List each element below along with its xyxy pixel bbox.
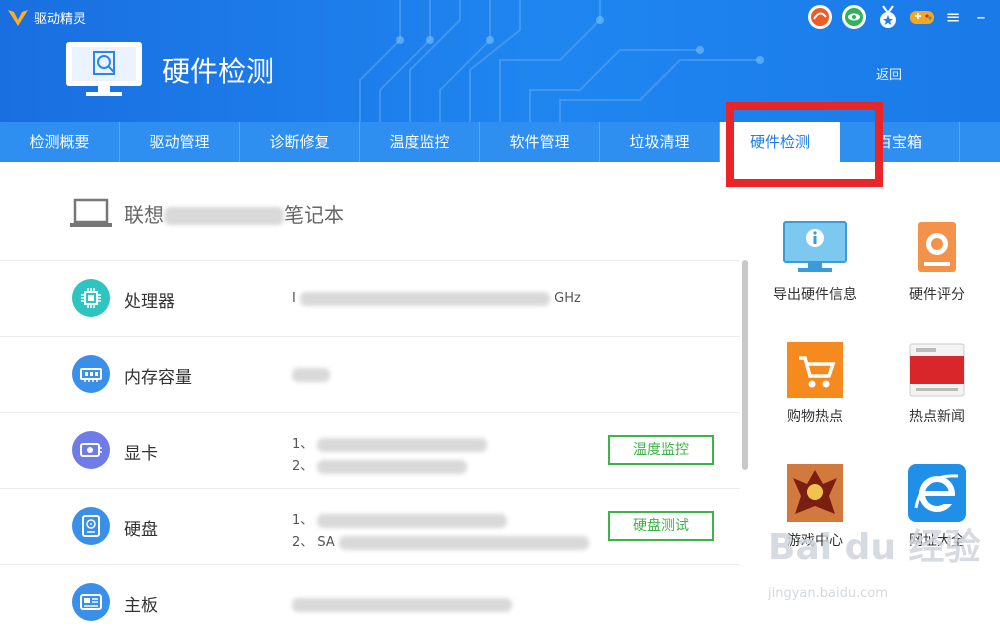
list-item-cpu: 处理器 I GHz — [0, 260, 740, 336]
blurred-text — [292, 367, 330, 382]
hardware-list: 处理器 I GHz 内存容量 显卡 1、 2、 温度监控 硬盘 1、 2、 SA… — [0, 260, 740, 640]
menu-button[interactable]: ≡ — [942, 7, 964, 28]
eye-icon[interactable] — [840, 3, 868, 31]
motherboard-icon — [72, 583, 110, 621]
device-name-start: 联想 — [124, 202, 164, 227]
speed-icon[interactable] — [806, 3, 834, 31]
blurred-text — [317, 459, 468, 474]
logo-icon — [8, 10, 28, 26]
medal-icon[interactable] — [874, 3, 902, 31]
news-icon — [909, 343, 965, 397]
export-hardware-info[interactable]: 导出硬件信息 — [760, 220, 870, 304]
back-link[interactable]: 返回 — [876, 64, 902, 83]
blurred-text — [292, 597, 512, 612]
cpu-icon — [72, 279, 110, 317]
list-item-motherboard: 主板 — [0, 564, 740, 640]
watermark-url: jingyan.baidu.com — [768, 586, 888, 601]
motherboard-label: 主板 — [124, 596, 158, 616]
disk-value-line1: 1、 — [292, 509, 508, 528]
watermark: Bai du 经验 — [768, 527, 981, 568]
disk-label: 硬盘 — [124, 520, 158, 540]
blurred-text — [299, 291, 550, 306]
list-item-memory: 内存容量 — [0, 336, 740, 412]
app-name: 驱动精灵 — [34, 11, 87, 27]
memory-icon — [72, 355, 110, 393]
motherboard-value — [292, 597, 512, 612]
minimize-button[interactable]: – — [970, 7, 992, 28]
hardware-check-icon — [66, 42, 142, 96]
top-toolbar: ≡ – — [806, 0, 1000, 34]
cart-icon — [787, 342, 843, 398]
device-title: 联想 笔记本 — [70, 198, 344, 228]
hot-news-label: 热点新闻 — [909, 409, 965, 425]
disk-value-line2: 2、 SA — [292, 531, 589, 550]
app-header: 驱动精灵 硬件检测 返回 ≡ – — [0, 0, 1000, 122]
blurred-text — [164, 207, 284, 225]
ie-icon — [908, 464, 966, 522]
device-name: 联想 笔记本 — [124, 199, 344, 228]
tab-overview[interactable]: 检测概要 — [0, 122, 120, 162]
app-logo: 驱动精灵 — [6, 6, 86, 28]
tab-software[interactable]: 软件管理 — [480, 122, 600, 162]
score-icon — [918, 222, 956, 272]
shopping-hot-label: 购物热点 — [787, 409, 843, 425]
disk-line1-index: 1、 — [292, 513, 314, 528]
temperature-monitor-button[interactable]: 温度监控 — [608, 435, 714, 465]
hot-news[interactable]: 热点新闻 — [882, 342, 992, 426]
scrollbar[interactable] — [742, 260, 748, 470]
list-item-gpu: 显卡 1、 2、 温度监控 — [0, 412, 740, 488]
gpu-label: 显卡 — [124, 444, 158, 464]
gamepad-icon[interactable] — [908, 3, 936, 31]
shopping-hot[interactable]: 购物热点 — [760, 342, 870, 426]
gpu-value-line1: 1、 — [292, 433, 488, 452]
cpu-value-prefix: I — [292, 291, 296, 306]
gpu-line1-index: 1、 — [292, 437, 314, 452]
blurred-text — [338, 535, 589, 550]
cpu-value-suffix: GHz — [554, 291, 581, 306]
disk-test-button[interactable]: 硬盘测试 — [608, 511, 714, 541]
disk-icon — [72, 507, 110, 545]
tab-driver-manage[interactable]: 驱动管理 — [120, 122, 240, 162]
gpu-line2-index: 2、 — [292, 459, 314, 474]
nav-tabs: 检测概要 驱动管理 诊断修复 温度监控 软件管理 垃圾清理 硬件检测 百宝箱 — [0, 122, 1000, 162]
tab-toolbox[interactable]: 百宝箱 — [840, 122, 960, 162]
blurred-text — [317, 437, 488, 452]
device-name-end: 笔记本 — [284, 202, 344, 227]
game-icon — [787, 464, 843, 522]
tab-hardware-check[interactable]: 硬件检测 — [720, 122, 840, 162]
hardware-score-label: 硬件评分 — [909, 287, 965, 303]
memory-value — [292, 367, 330, 382]
cpu-value: I GHz — [292, 291, 581, 306]
cpu-label: 处理器 — [124, 292, 175, 312]
laptop-icon — [70, 198, 112, 227]
disk-line2-index: 2、 SA — [292, 535, 335, 550]
monitor-info-icon — [783, 221, 847, 272]
gpu-value-line2: 2、 — [292, 455, 468, 474]
blurred-text — [317, 513, 508, 528]
page-title: 硬件检测 — [162, 55, 275, 88]
tab-diagnose-repair[interactable]: 诊断修复 — [240, 122, 360, 162]
hardware-score[interactable]: 硬件评分 — [882, 220, 992, 304]
memory-label: 内存容量 — [124, 368, 192, 388]
list-item-disk: 硬盘 1、 2、 SA 硬盘测试 — [0, 488, 740, 564]
export-hardware-info-label: 导出硬件信息 — [773, 287, 857, 303]
tab-cleanup[interactable]: 垃圾清理 — [600, 122, 720, 162]
tab-temperature[interactable]: 温度监控 — [360, 122, 480, 162]
graphics-card-icon — [72, 431, 110, 469]
